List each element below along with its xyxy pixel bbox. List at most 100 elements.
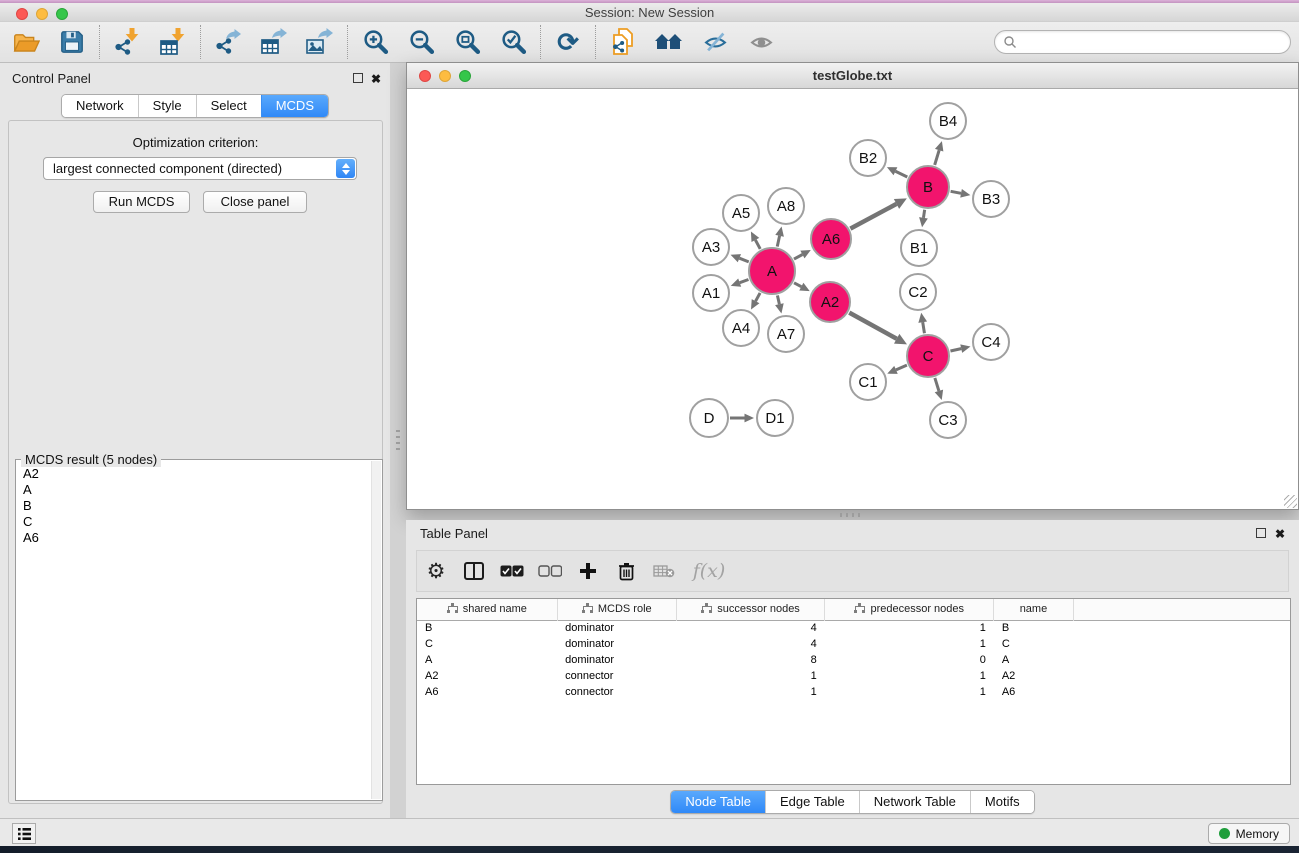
graph-edge[interactable] xyxy=(896,365,907,370)
table-cell[interactable]: A6 xyxy=(994,684,1073,700)
table-cell[interactable]: 8 xyxy=(676,652,824,668)
table-row[interactable]: Cdominator41C xyxy=(417,636,1290,652)
graph-edge[interactable] xyxy=(935,150,939,165)
show-columns-button[interactable] xyxy=(461,557,487,585)
graph-node-C[interactable] xyxy=(907,335,949,377)
tab-network[interactable]: Network xyxy=(62,95,138,117)
add-column-button[interactable] xyxy=(575,557,601,585)
graph-node-B1[interactable] xyxy=(901,230,937,266)
table-cell[interactable]: B xyxy=(417,620,557,636)
horizontal-split-divider[interactable] xyxy=(840,513,860,517)
mcds-result-item[interactable]: A xyxy=(17,482,371,498)
graph-edge[interactable] xyxy=(923,210,924,218)
tab-mcds[interactable]: MCDS xyxy=(261,95,328,117)
table-cell[interactable]: 0 xyxy=(825,652,994,668)
column-header[interactable]: shared name xyxy=(417,599,557,620)
graph-edge[interactable] xyxy=(740,279,749,282)
table-row[interactable]: Adominator80A xyxy=(417,652,1290,668)
table-row[interactable]: A2connector11A2 xyxy=(417,668,1290,684)
mcds-result-item[interactable]: C xyxy=(17,514,371,530)
table-cell[interactable]: dominator xyxy=(557,636,676,652)
zoom-out-button[interactable] xyxy=(405,26,437,58)
mcds-result-item[interactable]: B xyxy=(17,498,371,514)
table-cell[interactable]: 1 xyxy=(825,684,994,700)
delete-table-button[interactable] xyxy=(651,557,677,585)
graph-node-D[interactable] xyxy=(690,399,728,437)
table-cell[interactable]: connector xyxy=(557,668,676,684)
home-view-button[interactable] xyxy=(653,26,685,58)
tab-network-table[interactable]: Network Table xyxy=(859,791,970,813)
float-panel-icon[interactable] xyxy=(353,73,363,83)
table-cell[interactable]: A xyxy=(994,652,1073,668)
network-canvas[interactable]: B4B2BB3B1A5A8A6A3AA1A2C2A4A7C4CC1C3DD1 xyxy=(407,89,1298,509)
mcds-result-item[interactable]: A2 xyxy=(17,466,371,482)
tab-motifs[interactable]: Motifs xyxy=(970,791,1034,813)
graph-node-B3[interactable] xyxy=(973,181,1009,217)
close-panel-icon[interactable]: ✖ xyxy=(1275,528,1285,540)
graph-edge[interactable] xyxy=(950,349,961,351)
criterion-dropdown[interactable]: largest connected component (directed) xyxy=(43,157,357,180)
tab-select[interactable]: Select xyxy=(196,95,261,117)
open-session-button[interactable] xyxy=(10,26,42,58)
search-field[interactable] xyxy=(994,30,1291,54)
graph-node-B4[interactable] xyxy=(930,103,966,139)
graph-node-B[interactable] xyxy=(907,166,949,208)
table-row[interactable]: A6connector11A6 xyxy=(417,684,1290,700)
table-cell[interactable]: A2 xyxy=(994,668,1073,684)
export-image-button[interactable] xyxy=(304,26,336,58)
select-all-button[interactable] xyxy=(499,557,525,585)
import-table-button[interactable] xyxy=(157,26,189,58)
table-cell[interactable]: C xyxy=(994,636,1073,652)
graph-node-A5[interactable] xyxy=(723,195,759,231)
table-cell[interactable]: dominator xyxy=(557,620,676,636)
column-header[interactable]: predecessor nodes xyxy=(825,599,994,620)
hide-graphics-details-button[interactable] xyxy=(699,26,731,58)
graph-node-C3[interactable] xyxy=(930,402,966,438)
graph-edge[interactable] xyxy=(895,171,907,177)
table-cell[interactable]: 1 xyxy=(676,668,824,684)
export-table-button[interactable] xyxy=(258,26,290,58)
graph-edge[interactable] xyxy=(755,240,760,249)
table-cell[interactable]: 1 xyxy=(825,636,994,652)
task-history-button[interactable] xyxy=(12,823,36,844)
deselect-all-button[interactable] xyxy=(537,557,563,585)
table-cell[interactable]: 4 xyxy=(676,636,824,652)
table-row[interactable]: Bdominator41B xyxy=(417,620,1290,636)
graph-edge[interactable] xyxy=(794,254,802,259)
mcds-result-item[interactable]: A6 xyxy=(17,530,371,546)
graph-edge[interactable] xyxy=(756,293,760,301)
clone-network-button[interactable] xyxy=(607,26,639,58)
tab-edge-table[interactable]: Edge Table xyxy=(765,791,859,813)
graph-node-A1[interactable] xyxy=(693,275,729,311)
graph-node-A7[interactable] xyxy=(768,316,804,352)
column-header[interactable]: successor nodes xyxy=(676,599,824,620)
graph-edge[interactable] xyxy=(739,258,748,262)
graph-edge[interactable] xyxy=(777,295,779,304)
memory-button[interactable]: Memory xyxy=(1208,823,1290,844)
run-mcds-button[interactable]: Run MCDS xyxy=(93,191,190,213)
table-settings-button[interactable]: ⚙ xyxy=(423,557,449,585)
show-graphics-details-button[interactable] xyxy=(745,26,777,58)
delete-column-button[interactable] xyxy=(613,557,639,585)
graph-node-A4[interactable] xyxy=(723,310,759,346)
function-builder-button[interactable]: f(x) xyxy=(689,557,729,585)
table-cell[interactable]: A6 xyxy=(417,684,557,700)
tab-style[interactable]: Style xyxy=(138,95,196,117)
vertical-split-divider[interactable] xyxy=(396,430,400,450)
table-cell[interactable]: 1 xyxy=(825,620,994,636)
zoom-in-button[interactable] xyxy=(359,26,391,58)
search-input[interactable] xyxy=(1017,33,1290,51)
graph-node-C2[interactable] xyxy=(900,274,936,310)
refresh-layout-button[interactable]: ⟳ xyxy=(552,26,584,58)
column-header[interactable]: MCDS role xyxy=(557,599,676,620)
graph-node-A6[interactable] xyxy=(811,219,851,259)
graph-node-A3[interactable] xyxy=(693,229,729,265)
float-panel-icon[interactable] xyxy=(1256,528,1266,538)
zoom-selected-button[interactable] xyxy=(497,26,529,58)
tab-node-table[interactable]: Node Table xyxy=(671,791,765,813)
graph-edge[interactable] xyxy=(951,191,961,193)
graph-edge[interactable] xyxy=(849,313,896,339)
close-panel-button[interactable]: Close panel xyxy=(203,191,307,213)
result-scrollbar[interactable] xyxy=(371,461,381,799)
table-cell[interactable]: connector xyxy=(557,684,676,700)
